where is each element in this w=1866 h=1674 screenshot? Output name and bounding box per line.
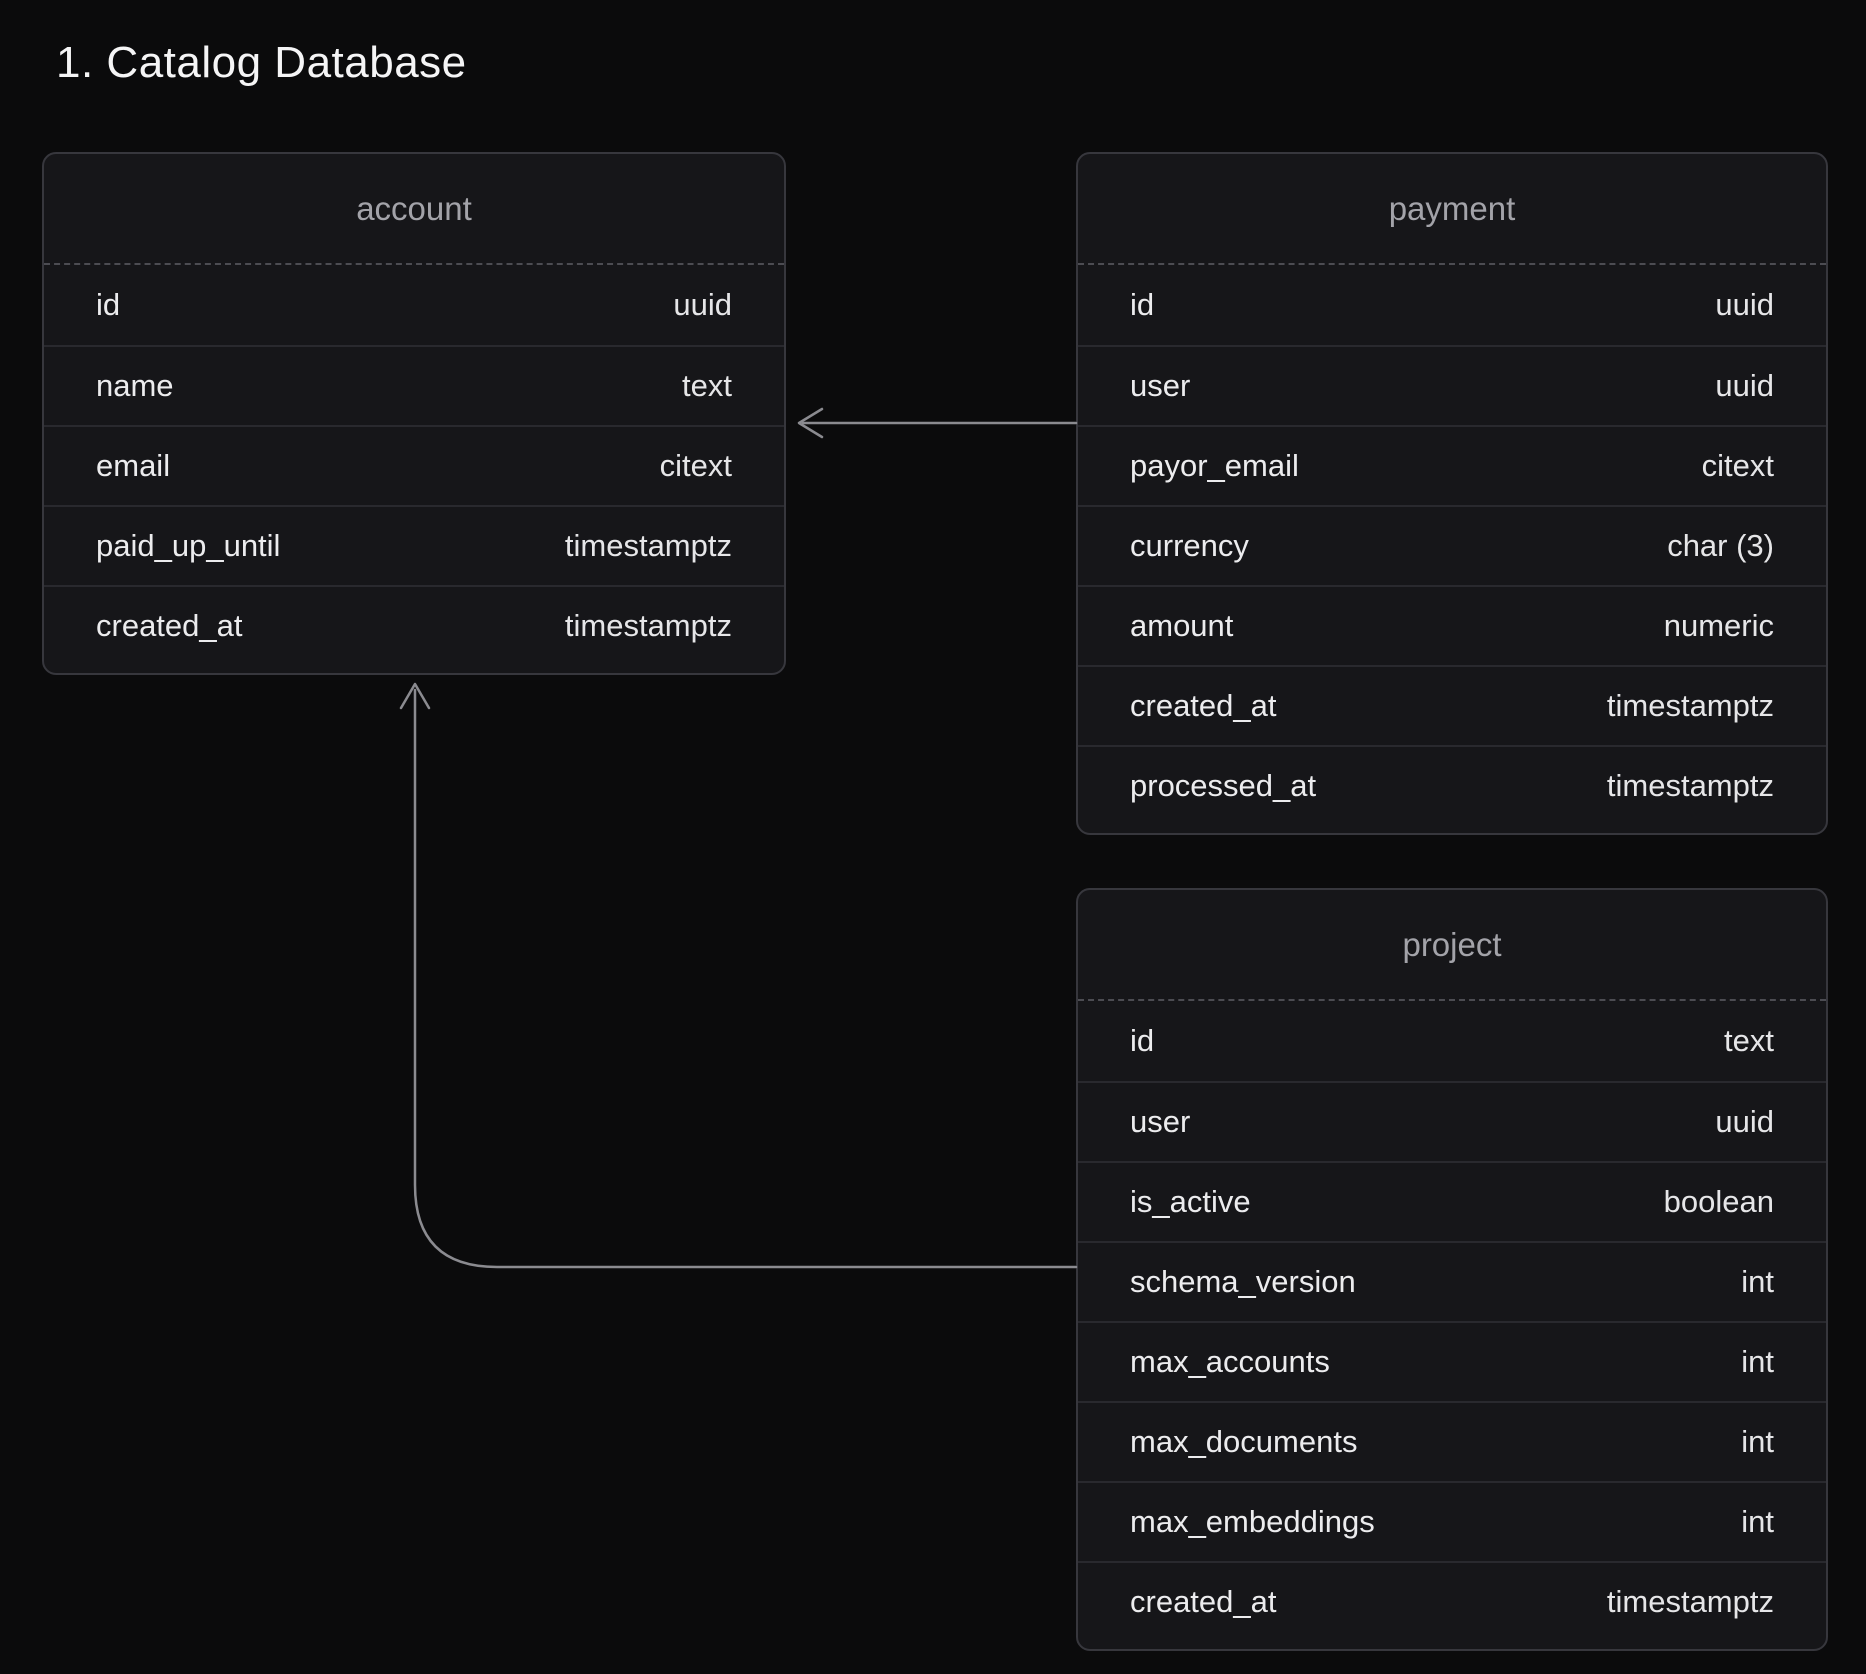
table-card-account[interactable]: account id uuid name text email citext p… [42,152,786,675]
table-row: user uuid [1078,345,1826,425]
field-name: created_at [96,608,243,644]
table-row: processed_at timestamptz [1078,745,1826,825]
field-name: created_at [1130,1584,1277,1620]
field-type: timestamptz [1607,1584,1774,1620]
field-name: max_embeddings [1130,1504,1375,1540]
table-title: project [1078,890,1826,1001]
field-type: char (3) [1667,528,1774,564]
field-type: timestamptz [1607,688,1774,724]
field-type: citext [1702,448,1774,484]
field-type: uuid [673,287,732,323]
field-name: amount [1130,608,1233,644]
field-name: max_documents [1130,1424,1357,1460]
field-type: uuid [1715,368,1774,404]
table-row: name text [44,345,784,425]
table-title: payment [1078,154,1826,265]
field-name: name [96,368,174,404]
table-row: is_active boolean [1078,1161,1826,1241]
field-name: created_at [1130,688,1277,724]
table-card-payment[interactable]: payment id uuid user uuid payor_email ci… [1076,152,1828,835]
table-row: amount numeric [1078,585,1826,665]
table-row: max_embeddings int [1078,1481,1826,1561]
field-type: timestamptz [1607,768,1774,804]
field-type: int [1741,1424,1774,1460]
table-card-project[interactable]: project id text user uuid is_active bool… [1076,888,1828,1651]
table-row: currency char (3) [1078,505,1826,585]
table-row: max_documents int [1078,1401,1826,1481]
table-row: paid_up_until timestamptz [44,505,784,585]
field-type: boolean [1664,1184,1774,1220]
field-name: id [96,287,120,323]
field-name: schema_version [1130,1264,1356,1300]
field-name: currency [1130,528,1249,564]
table-row: id uuid [1078,265,1826,345]
field-name: payor_email [1130,448,1299,484]
field-type: int [1741,1344,1774,1380]
relation-arrow-payment-account[interactable] [799,409,1076,437]
field-type: int [1741,1504,1774,1540]
page-title: 1. Catalog Database [56,38,467,88]
table-row: user uuid [1078,1081,1826,1161]
field-name: max_accounts [1130,1344,1330,1380]
field-name: user [1130,368,1190,404]
table-row: created_at timestamptz [1078,665,1826,745]
field-name: email [96,448,170,484]
field-type: int [1741,1264,1774,1300]
field-name: processed_at [1130,768,1316,804]
field-name: id [1130,287,1154,323]
field-name: is_active [1130,1184,1251,1220]
table-row: created_at timestamptz [1078,1561,1826,1641]
table-row: payor_email citext [1078,425,1826,505]
field-type: uuid [1715,1104,1774,1140]
field-name: id [1130,1023,1154,1059]
field-type: timestamptz [565,528,732,564]
field-type: citext [660,448,732,484]
field-type: numeric [1664,608,1774,644]
table-row: max_accounts int [1078,1321,1826,1401]
field-type: text [682,368,732,404]
relation-arrow-project-account[interactable] [401,684,1076,1267]
field-name: paid_up_until [96,528,280,564]
field-type: timestamptz [565,608,732,644]
table-row: schema_version int [1078,1241,1826,1321]
table-row: id text [1078,1001,1826,1081]
table-row: id uuid [44,265,784,345]
table-row: email citext [44,425,784,505]
field-name: user [1130,1104,1190,1140]
table-row: created_at timestamptz [44,585,784,665]
field-type: text [1724,1023,1774,1059]
table-title: account [44,154,784,265]
field-type: uuid [1715,287,1774,323]
diagram-canvas: 1. Catalog Database account id uuid name… [0,0,1866,1674]
